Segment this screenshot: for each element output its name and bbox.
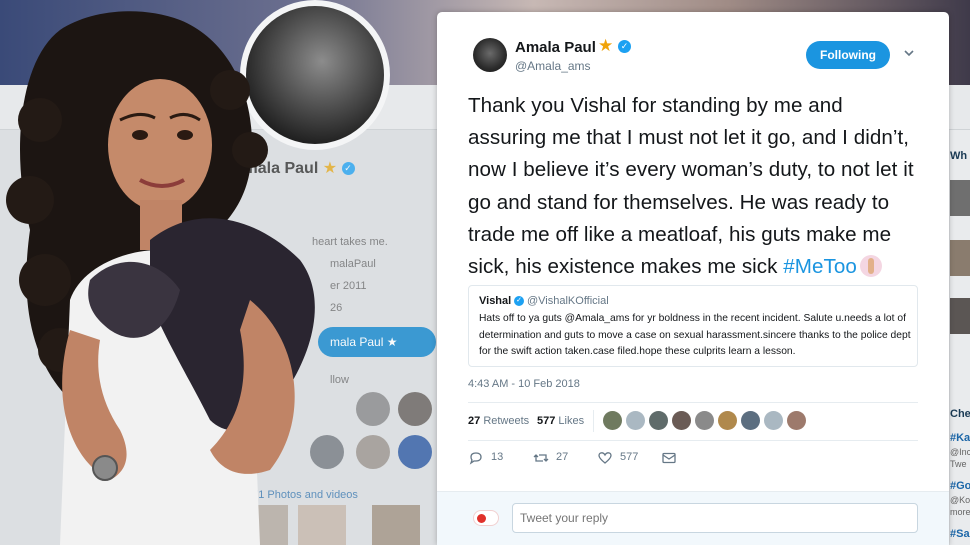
chevron-down-icon[interactable] [903, 47, 915, 59]
trend-item: #Sa [950, 528, 970, 540]
likes-label: Likes [558, 415, 585, 427]
liker-avatar[interactable] [672, 411, 691, 430]
liker-avatar[interactable] [741, 411, 760, 430]
likes-stat[interactable]: 577 Likes [537, 415, 584, 427]
liker-avatar[interactable] [695, 411, 714, 430]
raised-hands-emoji-icon [859, 255, 882, 278]
trend-item: #Go [950, 480, 970, 492]
media-thumb [372, 505, 420, 545]
follower-avatar [356, 435, 390, 469]
follower-avatar [398, 392, 432, 426]
quoted-author-handle: @VishalKOfficial [527, 295, 609, 307]
star-icon: ★ [598, 36, 614, 55]
tweet-card: Amala Paul ★ ✓ @Amala_ams Following Than… [437, 12, 949, 545]
right-heading: Wh [950, 150, 968, 162]
trend-sub: more [950, 507, 970, 517]
liker-avatar[interactable] [626, 411, 645, 430]
tweet-text: Thank you Vishal for standing by me and … [468, 90, 926, 283]
tweet-body: Thank you Vishal for standing by me and … [468, 94, 914, 279]
reply-count: 13 [491, 451, 504, 463]
author-handle[interactable]: @Amala_ams [515, 59, 591, 73]
liker-avatar[interactable] [603, 411, 622, 430]
liker-avatar[interactable] [787, 411, 806, 430]
verified-icon: ✓ [618, 40, 631, 53]
author-avatar[interactable] [473, 38, 507, 72]
follower-avatar [398, 435, 432, 469]
reply-icon[interactable] [468, 450, 484, 466]
retweet-count: 27 [556, 451, 569, 463]
trends-heading: Che [950, 408, 970, 420]
quoted-tweet-text: Hats off to ya guts @Amala_ams for yr bo… [479, 313, 911, 357]
verified-icon: ✓ [514, 296, 524, 306]
quoted-author-name: Vishal [479, 295, 512, 307]
following-button[interactable]: Following [806, 41, 890, 69]
suggested-avatar [950, 240, 970, 276]
retweets-label: Retweets [483, 415, 530, 427]
trend-sub: @Inc [950, 447, 970, 457]
tweet-timestamp[interactable]: 4:43 AM - 10 Feb 2018 [468, 378, 580, 390]
suggested-avatar [950, 298, 970, 334]
liker-avatar[interactable] [649, 411, 668, 430]
retweet-icon[interactable] [533, 450, 549, 466]
follower-avatar [356, 392, 390, 426]
divider [468, 402, 918, 403]
trend-sub: @Ko [950, 495, 970, 505]
liker-avatar[interactable] [764, 411, 783, 430]
reply-input[interactable] [512, 503, 918, 533]
quoted-tweet[interactable]: Vishal ✓ @VishalKOfficial Hats off to ya… [468, 285, 918, 367]
heart-icon[interactable] [597, 450, 613, 466]
like-count: 577 [620, 451, 639, 463]
reply-bar [437, 491, 949, 545]
message-icon[interactable] [661, 450, 677, 466]
liker-avatar[interactable] [718, 411, 737, 430]
hashtag-link[interactable]: #MeToo [783, 255, 857, 278]
trend-item: #Ka [950, 432, 970, 444]
retweets-stat[interactable]: 27 Retweets [468, 415, 529, 427]
likes-count: 577 [537, 415, 556, 427]
woman-photo [6, 11, 315, 545]
reply-user-avatar [473, 510, 499, 526]
suggested-avatar [950, 180, 970, 216]
author-name[interactable]: Amala Paul [515, 39, 596, 56]
retweets-count: 27 [468, 415, 481, 427]
trend-sub: Twe [950, 459, 967, 469]
stat-separator [593, 410, 594, 432]
divider [468, 440, 918, 441]
